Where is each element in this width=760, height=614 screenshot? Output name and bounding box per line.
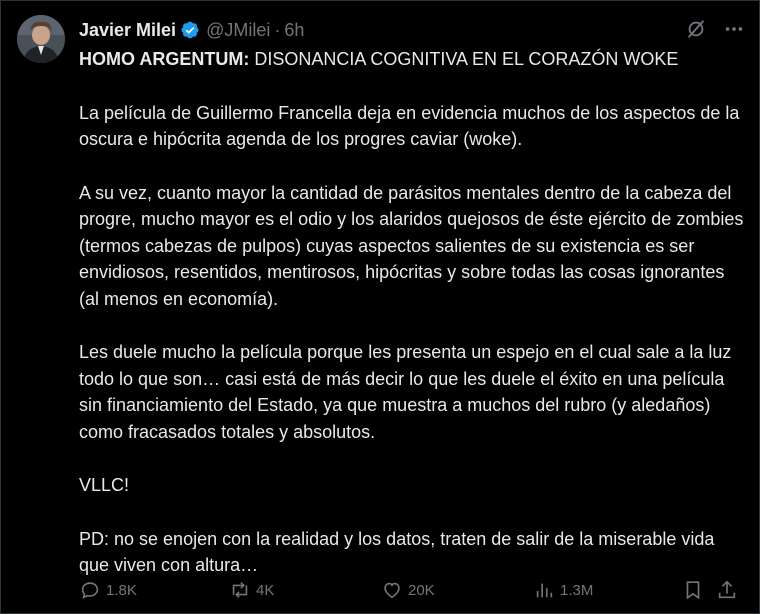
top-right-actions (684, 17, 746, 41)
post-paragraph-2: A su vez, cuanto mayor la cantidad de pa… (79, 182, 749, 309)
repost-count: 4K (256, 581, 275, 599)
author-handle[interactable]: @JMilei (206, 20, 270, 41)
like-icon (384, 582, 400, 599)
share-button[interactable] (716, 579, 746, 601)
repost-button[interactable]: 4K (229, 579, 381, 601)
views-count: 1.3M (560, 581, 594, 599)
post-paragraph-1: La película de Guillermo Francella deja … (79, 102, 745, 150)
views-button[interactable]: 1.3M (533, 579, 682, 601)
like-button[interactable]: 20K (381, 579, 533, 601)
more-icon[interactable] (722, 17, 746, 41)
post-paragraph-5: PD: no se enojen con la realidad y los d… (79, 528, 720, 576)
post-body: HOMO ARGENTUM: DISONANCIA COGNITIVA EN E… (79, 46, 747, 579)
views-icon (536, 583, 553, 598)
grok-icon[interactable] (684, 17, 708, 41)
verified-badge-icon (180, 20, 200, 40)
post-title-bold: HOMO ARGENTUM: (79, 49, 250, 69)
bookmark-button[interactable] (682, 579, 716, 601)
bookmark-icon (686, 581, 700, 600)
separator-dot: · (274, 19, 281, 40)
post-title: HOMO ARGENTUM: DISONANCIA COGNITIVA EN E… (79, 46, 747, 73)
post-timestamp[interactable]: 6h (284, 20, 304, 41)
post-header: Javier Milei @JMilei · 6h (79, 19, 304, 41)
author-name[interactable]: Javier Milei (79, 20, 176, 41)
reply-count: 1.8K (106, 581, 137, 599)
like-count: 20K (408, 581, 435, 599)
reply-button[interactable]: 1.8K (79, 579, 229, 601)
post-paragraph-4: VLLC! (79, 475, 130, 495)
reply-icon (81, 582, 99, 599)
repost-icon (232, 582, 248, 598)
post-paragraph-3: Les duele mucho la película porque les p… (79, 342, 737, 442)
avatar[interactable] (17, 15, 65, 63)
action-bar: 1.8K 4K 20K 1.3M (79, 578, 747, 602)
share-icon (718, 580, 736, 599)
post-title-rest: DISONANCIA COGNITIVA EN EL CORAZÓN WOKE (249, 49, 679, 69)
